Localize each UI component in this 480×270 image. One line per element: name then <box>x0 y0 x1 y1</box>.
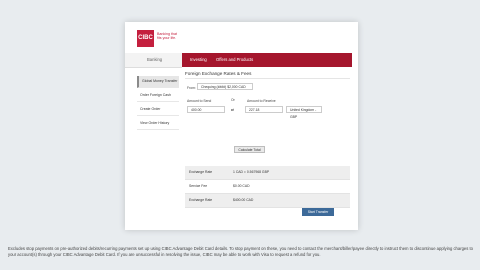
calculate-total-button[interactable]: Calculate Total <box>234 146 265 153</box>
logo-text: CIBC <box>138 35 153 41</box>
amount-to-receive-label: Amount to Receive <box>247 99 276 103</box>
amount-to-send-input[interactable]: 400.00 <box>187 106 225 113</box>
main-content: Foreign Exchange Rates & Fees From: Cheq… <box>185 71 350 216</box>
nav-investing[interactable]: Investing <box>190 53 207 67</box>
nav-banking[interactable]: Banking <box>147 53 162 67</box>
row-value: $0.00 CAD <box>233 184 250 188</box>
disclaimer-caption: Excludes stop payments on pre-authorized… <box>8 246 473 257</box>
browser-window: CIBC Banking that fits your life. Bankin… <box>125 22 358 230</box>
sidebar: Global Money Transfer Order Foreign Cash… <box>137 76 179 132</box>
table-row: Service Fee $0.00 CAD <box>185 180 350 194</box>
row-label: Service Fee <box>189 184 208 188</box>
or-label: Or <box>231 98 235 102</box>
sidebar-item-order-foreign-cash[interactable]: Order Foreign Cash <box>137 90 179 102</box>
top-navbar: Investing Offers and Products <box>182 53 352 67</box>
start-transfer-button[interactable]: Start Transfer <box>302 208 334 216</box>
table-row: Exchange Rate $400.00 CAD <box>185 194 350 208</box>
results-table: Exchange Rate 1 CAD = 0.567968 GBP Servi… <box>185 166 350 208</box>
sidebar-item-create-order[interactable]: Create Order <box>137 104 179 116</box>
title-divider <box>185 78 350 79</box>
from-label: From: <box>187 86 196 90</box>
currency-select[interactable]: United Kingdom - GBP <box>286 106 322 119</box>
cibc-logo[interactable]: CIBC Banking that fits your life. <box>137 30 177 50</box>
sidebar-item-global-money-transfer[interactable]: Global Money Transfer <box>137 76 179 88</box>
logo-tagline: Banking that fits your life. <box>157 32 177 40</box>
row-value: 1 CAD = 0.567968 GBP <box>233 170 270 174</box>
row-label: Exchange Rate <box>189 170 213 174</box>
logo-mark: CIBC <box>137 30 154 47</box>
swap-arrow-icon: ⇄ <box>231 108 234 112</box>
nav-offers-products[interactable]: Offers and Products <box>216 53 253 67</box>
row-value: $400.00 CAD <box>233 198 254 202</box>
amount-to-receive-input[interactable]: 227.18 <box>245 106 283 113</box>
row-label: Exchange Rate <box>189 198 213 202</box>
from-account-select[interactable]: Chequing (####) $2,000 CAD <box>197 83 253 90</box>
nav-left-area: Banking <box>125 53 182 68</box>
sidebar-item-view-order-history[interactable]: View Order History <box>137 118 179 130</box>
page-title: Foreign Exchange Rates & Fees <box>185 71 252 76</box>
amount-to-send-label: Amount to Send <box>187 99 212 103</box>
table-row: Exchange Rate 1 CAD = 0.567968 GBP <box>185 166 350 180</box>
